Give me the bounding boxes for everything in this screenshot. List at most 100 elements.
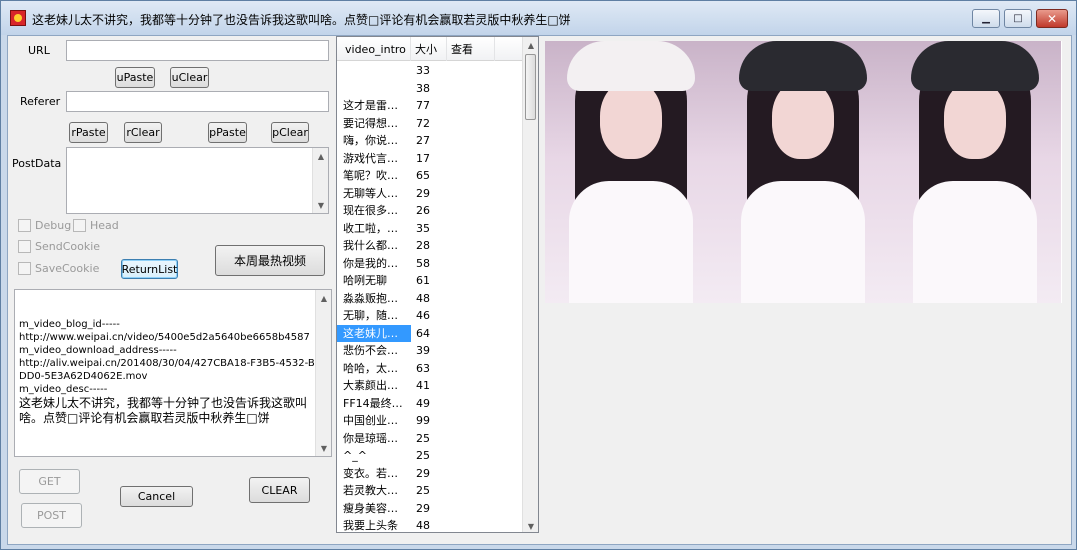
- post-button[interactable]: POST: [21, 503, 82, 528]
- video-intro-cell: FF14最终…: [343, 396, 403, 410]
- size-cell: 29: [416, 501, 430, 515]
- table-row[interactable]: 若灵教大… 25: [337, 482, 523, 500]
- table-row[interactable]: 哈咧无聊 61: [337, 272, 523, 290]
- scroll-down-icon[interactable]: ▼: [313, 197, 329, 213]
- table-row[interactable]: 游戏代言… 17: [337, 150, 523, 168]
- video-intro-cell: 哈咧无聊: [343, 274, 387, 288]
- window-title: 这老妹儿太不讲究，我都等十分钟了也没告诉我这歌叫啥。点赞□评论有机会赢取若灵版中…: [32, 13, 571, 27]
- maximize-button[interactable]: □: [1004, 9, 1032, 28]
- log-scrollbar[interactable]: ▲ ▼: [315, 290, 331, 456]
- size-cell: 72: [416, 116, 430, 130]
- url-label: URL: [28, 44, 50, 57]
- head-checkbox[interactable]: Head: [73, 218, 119, 232]
- scroll-up-icon[interactable]: ▲: [316, 290, 331, 306]
- scroll-down-icon[interactable]: ▼: [523, 518, 538, 532]
- table-row[interactable]: 38: [337, 80, 523, 98]
- hot-videos-button[interactable]: 本周最热视频: [215, 245, 325, 276]
- video-list[interactable]: video_intro 大小 查看 33 38 这才是雷… 77 要记得想… 72 嗨，你说…: [336, 36, 539, 533]
- table-row[interactable]: 笔呢？吹… 65: [337, 167, 523, 185]
- returnlist-button[interactable]: ReturnList: [121, 259, 178, 279]
- table-row[interactable]: FF14最终… 49: [337, 395, 523, 413]
- app-window: 这老妹儿太不讲究，我都等十分钟了也没告诉我这歌叫啥。点赞□评论有机会赢取若灵版中…: [0, 0, 1077, 550]
- size-cell: 46: [416, 309, 430, 323]
- table-row[interactable]: 嗨，你说… 27: [337, 132, 523, 150]
- size-cell: 25: [416, 431, 430, 445]
- minimize-button[interactable]: ▁: [972, 9, 1000, 28]
- table-row[interactable]: 大素颜出… 41: [337, 377, 523, 395]
- upaste-button[interactable]: uPaste: [115, 67, 155, 88]
- scroll-up-icon[interactable]: ▲: [313, 148, 329, 164]
- list-scrollbar[interactable]: ▲ ▼: [522, 37, 538, 532]
- rclear-button[interactable]: rClear: [124, 122, 162, 143]
- video-intro-cell: 要记得想…: [343, 116, 398, 130]
- table-row[interactable]: 淼淼贩抱… 48: [337, 290, 523, 308]
- table-row[interactable]: 我什么都… 28: [337, 237, 523, 255]
- video-intro-cell: 大素颜出…: [343, 379, 398, 393]
- table-row[interactable]: 瘦身美容… 29: [337, 500, 523, 518]
- column-view[interactable]: 查看: [447, 37, 495, 61]
- size-cell: 63: [416, 361, 430, 375]
- table-row[interactable]: 变衣。若… 29: [337, 465, 523, 483]
- postdata-textarea[interactable]: ▲ ▼: [66, 147, 329, 214]
- table-row[interactable]: 收工啦，… 35: [337, 220, 523, 238]
- column-size[interactable]: 大小: [411, 37, 447, 61]
- table-row[interactable]: 这老妹儿… 64: [337, 324, 523, 343]
- size-cell: 65: [416, 169, 430, 183]
- video-intro-cell: 瘦身美容…: [343, 501, 398, 515]
- table-row[interactable]: 你是琼瑶… 25: [337, 430, 523, 448]
- scroll-down-icon[interactable]: ▼: [316, 440, 331, 456]
- table-row[interactable]: 要记得想… 72: [337, 115, 523, 133]
- table-row[interactable]: 哈哈，太… 63: [337, 360, 523, 378]
- debug-checkbox[interactable]: Debug: [18, 218, 71, 232]
- title-bar[interactable]: 这老妹儿太不讲究，我都等十分钟了也没告诉我这歌叫啥。点赞□评论有机会赢取若灵版中…: [1, 1, 1076, 35]
- size-cell: 41: [416, 379, 430, 393]
- table-row[interactable]: 现在很多… 26: [337, 202, 523, 220]
- list-header: video_intro 大小 查看: [337, 37, 523, 61]
- preview-shirt: [913, 181, 1037, 303]
- checkbox-box: [18, 261, 31, 275]
- close-icon: ✕: [1046, 11, 1058, 26]
- table-row[interactable]: 无聊，随… 46: [337, 307, 523, 325]
- video-intro-cell: 我要上头条: [343, 519, 398, 533]
- preview-hat: [739, 41, 867, 91]
- table-row[interactable]: 悲伤不会… 39: [337, 342, 523, 360]
- table-row[interactable]: 我要上头条 48: [337, 517, 523, 533]
- table-row[interactable]: 中国创业… 99: [337, 412, 523, 430]
- video-intro-cell: 无聊等人…: [343, 186, 398, 200]
- maximize-icon: □: [1013, 12, 1023, 24]
- size-cell: 48: [416, 519, 430, 533]
- uclear-button[interactable]: uClear: [170, 67, 209, 88]
- size-cell: 29: [416, 466, 430, 480]
- cancel-button[interactable]: Cancel: [120, 486, 193, 507]
- size-cell: 35: [416, 221, 430, 235]
- scroll-up-icon[interactable]: ▲: [523, 37, 538, 53]
- savecookie-checkbox[interactable]: SaveCookie: [18, 261, 99, 275]
- video-intro-cell: 哈哈，太…: [343, 361, 398, 375]
- column-video-intro[interactable]: video_intro: [337, 37, 411, 61]
- referer-input[interactable]: [66, 91, 329, 112]
- pclear-button[interactable]: pClear: [271, 122, 309, 143]
- rpaste-button[interactable]: rPaste: [69, 122, 108, 143]
- close-button[interactable]: ✕: [1036, 9, 1068, 28]
- table-row[interactable]: 无聊等人… 29: [337, 185, 523, 203]
- checkbox-box: [18, 218, 31, 232]
- ppaste-button[interactable]: pPaste: [208, 122, 247, 143]
- video-intro-cell: 悲伤不会…: [343, 344, 398, 358]
- postdata-scrollbar[interactable]: ▲ ▼: [312, 148, 328, 213]
- scroll-thumb[interactable]: [525, 54, 536, 120]
- preview-frame: [717, 41, 889, 303]
- size-cell: 33: [416, 64, 430, 78]
- size-cell: 48: [416, 291, 430, 305]
- clear-button[interactable]: CLEAR: [249, 477, 310, 503]
- table-row[interactable]: 这才是雷… 77: [337, 97, 523, 115]
- response-log[interactable]: m_video_blog_id----- http://www.weipai.c…: [14, 289, 332, 457]
- video-intro-cell: 笔呢？吹…: [343, 169, 398, 183]
- sendcookie-checkbox[interactable]: SendCookie: [18, 239, 100, 253]
- table-row[interactable]: 33: [337, 62, 523, 80]
- table-row[interactable]: ^_^ 25: [337, 447, 523, 465]
- video-intro-cell: 嗨，你说…: [343, 134, 398, 148]
- get-button[interactable]: GET: [19, 469, 80, 494]
- video-intro-cell: ^_^: [343, 449, 367, 463]
- table-row[interactable]: 你是我的… 58: [337, 255, 523, 273]
- url-input[interactable]: [66, 40, 329, 61]
